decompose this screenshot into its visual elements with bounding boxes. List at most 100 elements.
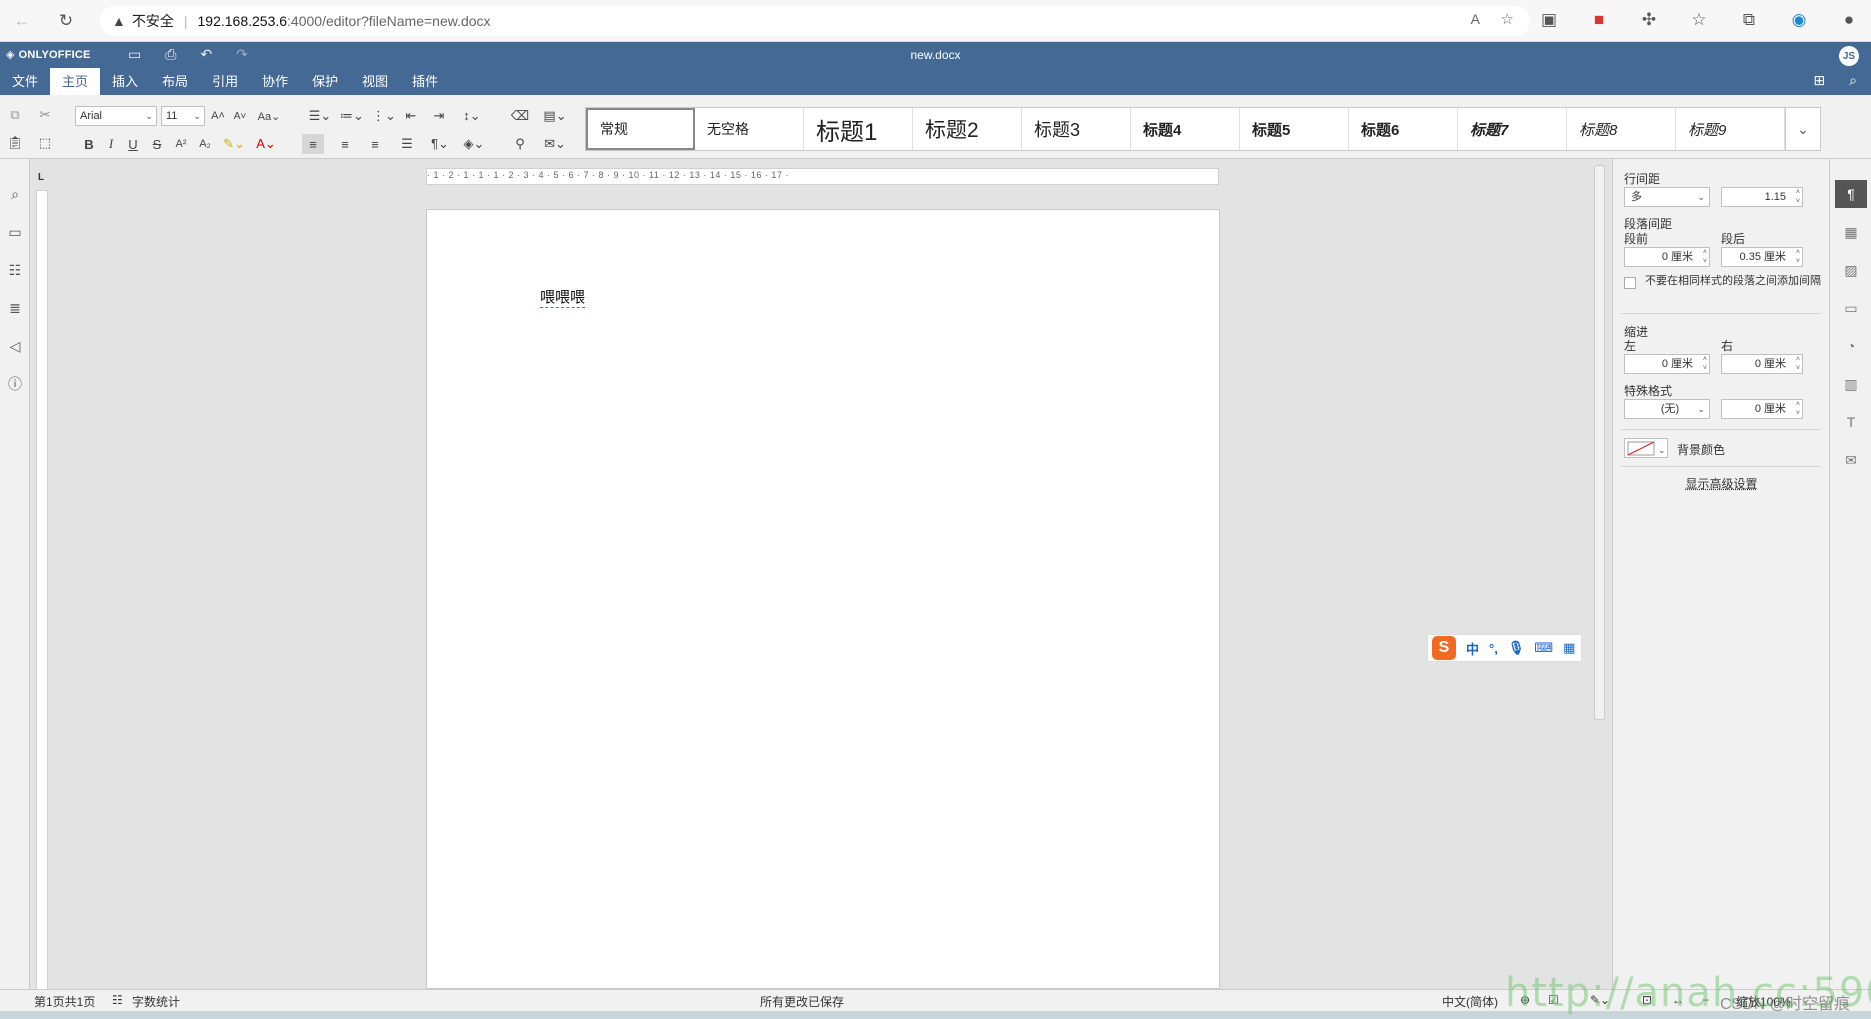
decrease-font-icon[interactable]: A˅ — [229, 106, 251, 126]
comments-icon[interactable]: ▭ — [6, 223, 24, 241]
style-heading4[interactable]: 标题4 — [1131, 108, 1240, 150]
spinner-icon[interactable]: ˄ ˅ — [1796, 248, 1800, 266]
favorites-icon[interactable]: ☆ — [1687, 8, 1711, 32]
word-count-button[interactable]: 字数统计 — [132, 993, 180, 1010]
tab-collaboration[interactable]: 协作 — [250, 68, 300, 95]
ime-mode[interactable]: 中 — [1466, 639, 1479, 658]
tab-stop-selector[interactable]: L — [38, 172, 44, 183]
shape-settings-icon[interactable]: ◔ — [1842, 337, 1860, 355]
color-scheme-icon[interactable]: ▤⌄ — [540, 106, 570, 126]
select-all-icon[interactable]: ⬚ — [34, 133, 56, 153]
line-spacing-mode-select[interactable]: 多 ⌄ — [1624, 187, 1710, 207]
shading-icon[interactable]: ◈⌄ — [460, 134, 488, 154]
extension-red-icon[interactable]: ■ — [1587, 8, 1611, 32]
font-size-select[interactable]: 11 ⌄ — [161, 106, 205, 126]
user-avatar[interactable]: JS — [1839, 46, 1859, 66]
align-center-icon[interactable]: ≡ — [334, 134, 356, 154]
numbered-list-icon[interactable]: ≔⌄ — [338, 106, 366, 126]
bullet-list-icon[interactable]: ☰⌄ — [306, 106, 334, 126]
profile-icon[interactable]: ● — [1837, 8, 1861, 32]
chat-icon[interactable]: ☷ — [6, 261, 24, 279]
search-icon[interactable]: ⌕ — [1849, 72, 1857, 89]
open-folder-icon[interactable]: ⊞ — [1813, 72, 1825, 89]
bold-icon[interactable]: B — [78, 134, 100, 154]
header-footer-icon[interactable]: ▭ — [1842, 299, 1860, 317]
style-heading3[interactable]: 标题3 — [1022, 108, 1131, 150]
tab-insert[interactable]: 插入 — [100, 68, 150, 95]
style-heading2[interactable]: 标题2 — [913, 108, 1022, 150]
font-name-select[interactable]: Arial ⌄ — [75, 106, 157, 126]
edge-icon[interactable]: ◉ — [1787, 8, 1811, 32]
copy-icon[interactable]: ⧉ — [4, 105, 26, 125]
style-normal[interactable]: 常规 — [586, 108, 695, 150]
chevron-down-icon[interactable]: ⌄ — [1785, 107, 1821, 151]
increase-indent-icon[interactable]: ⇥ — [428, 106, 450, 126]
page-info[interactable]: 第1页共1页 — [34, 993, 95, 1010]
style-heading6[interactable]: 标题6 — [1349, 108, 1458, 150]
read-aloud-icon[interactable]: A — [1471, 11, 1480, 27]
collections-icon[interactable]: ⧉ — [1737, 8, 1761, 32]
cut-icon[interactable]: ✂ — [34, 105, 56, 125]
spinner-icon[interactable]: ˄ ˅ — [1796, 355, 1800, 373]
style-no-spacing[interactable]: 无空格 — [695, 108, 804, 150]
punctuation-icon[interactable]: °, — [1489, 641, 1498, 656]
tab-plugins[interactable]: 插件 — [400, 68, 450, 95]
clear-style-icon[interactable]: ⌫ — [509, 106, 531, 126]
align-right-icon[interactable]: ≡ — [364, 134, 386, 154]
keyboard-icon[interactable]: ⌨ — [1534, 640, 1553, 656]
special-amount-input[interactable]: 0 厘米 ˄ ˅ — [1721, 399, 1803, 419]
line-spacing-icon[interactable]: ↕⌄ — [458, 106, 486, 126]
horizontal-ruler[interactable]: · 1 · 2 · 1 · 1 · 1 · 2 · 3 · 4 · 5 · 6 … — [426, 168, 1219, 185]
search-icon[interactable]: ⌕ — [6, 185, 24, 203]
highlight-color-icon[interactable]: ✎⌄ — [220, 134, 248, 154]
underline-icon[interactable]: U — [122, 134, 144, 154]
feedback-icon[interactable]: ◁ — [6, 337, 24, 355]
multilevel-list-icon[interactable]: ⋮⌄ — [370, 106, 398, 126]
vertical-ruler[interactable] — [36, 190, 48, 990]
background-color-picker[interactable]: ⌄ — [1624, 438, 1668, 458]
microphone-icon[interactable]: 🎙︎ — [1508, 640, 1525, 656]
vertical-scrollbar[interactable] — [1594, 165, 1605, 720]
align-left-icon[interactable]: ≡ — [302, 134, 324, 154]
extension-icon[interactable]: ▣ — [1537, 8, 1561, 32]
chart-settings-icon[interactable]: ▥ — [1842, 375, 1860, 393]
mail-merge-icon[interactable]: ✉ — [1842, 451, 1860, 469]
style-heading9[interactable]: 标题9 — [1676, 108, 1785, 150]
sogou-logo-icon[interactable]: S — [1432, 636, 1456, 660]
text-art-icon[interactable]: T — [1842, 413, 1860, 431]
toolbox-icon[interactable]: ▦ — [1563, 640, 1575, 656]
paragraph-mark-icon[interactable]: ¶⌄ — [426, 134, 454, 154]
spinner-icon[interactable]: ˄ ˅ — [1703, 248, 1707, 266]
spinner-icon[interactable]: ˄ ˅ — [1796, 400, 1800, 418]
table-settings-icon[interactable]: ▦ — [1842, 223, 1860, 241]
spinner-icon[interactable]: ˄ ˅ — [1796, 188, 1800, 206]
reload-icon[interactable]: ↻ — [54, 9, 78, 33]
document-page[interactable]: 喂喂喂 — [426, 209, 1220, 989]
spacing-after-input[interactable]: 0.35 厘米 ˄ ˅ — [1721, 247, 1803, 267]
paste-icon[interactable]: 📋︎ — [4, 133, 26, 153]
line-spacing-input[interactable]: 1.15 ˄ ˅ — [1721, 187, 1803, 207]
address-bar[interactable]: ▲ 不安全 | 192.168.253.6 :4000/editor?fileN… — [100, 6, 1530, 36]
navigation-icon[interactable]: ≣ — [6, 299, 24, 317]
mail-merge-icon[interactable]: ✉⌄ — [540, 134, 570, 154]
change-case-icon[interactable]: Aa⌄ — [254, 106, 284, 126]
indent-right-input[interactable]: 0 厘米 ˄ ˅ — [1721, 354, 1803, 374]
subscript-icon[interactable]: A₂ — [194, 134, 216, 154]
tab-file[interactable]: 文件 — [0, 68, 50, 95]
font-color-icon[interactable]: A⌄ — [252, 134, 280, 154]
back-arrow-icon[interactable]: ← — [10, 9, 34, 33]
indent-left-input[interactable]: 0 厘米 ˄ ˅ — [1624, 354, 1710, 374]
favorite-add-icon[interactable]: ☆ — [1501, 10, 1514, 28]
paragraph-settings-icon[interactable]: ¶ — [1835, 180, 1867, 208]
style-heading8[interactable]: 标题8 — [1567, 108, 1676, 150]
document-text[interactable]: 喂喂喂 — [540, 286, 586, 308]
image-settings-icon[interactable]: ▨ — [1842, 261, 1860, 279]
dont-add-interval-checkbox[interactable] — [1624, 277, 1636, 289]
tab-home[interactable]: 主页 — [50, 68, 101, 95]
copy-style-icon[interactable]: ⚲ — [509, 134, 531, 154]
tab-view[interactable]: 视图 — [350, 68, 400, 95]
style-heading7[interactable]: 标题7 — [1458, 108, 1567, 150]
italic-icon[interactable]: I — [100, 134, 122, 154]
tab-protection[interactable]: 保护 — [300, 68, 350, 95]
spacing-before-input[interactable]: 0 厘米 ˄ ˅ — [1624, 247, 1710, 267]
